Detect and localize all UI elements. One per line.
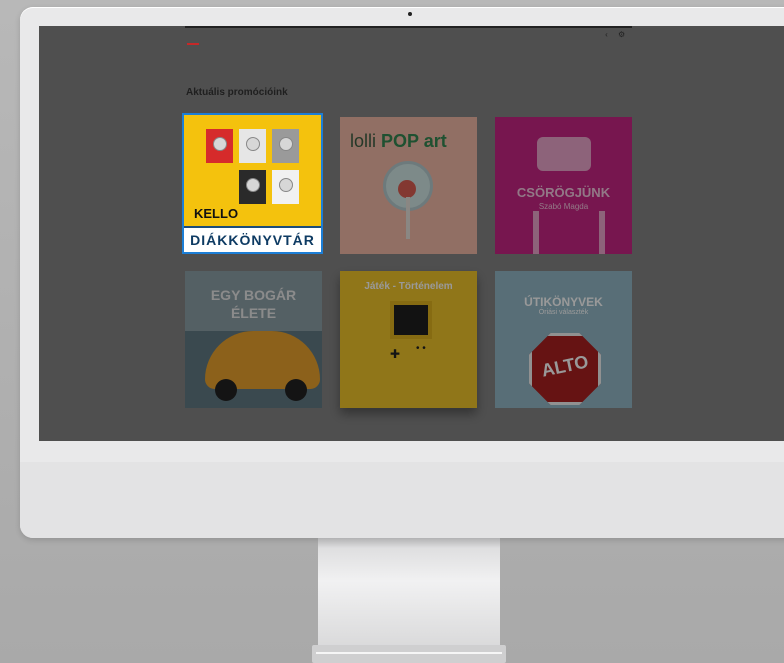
car-wheel <box>215 379 237 401</box>
tile-title: lolli POP art <box>350 131 447 152</box>
imac-foot <box>312 645 506 663</box>
book-cover <box>206 129 233 163</box>
book-cover <box>272 170 299 204</box>
buttons-icon: • • <box>416 343 426 354</box>
camera-icon <box>408 12 412 16</box>
tile-title-plain: lolli <box>350 131 377 151</box>
promo-tile-utikonyvek[interactable]: ÚTIKÖNYVEK Óriási választék ALTO <box>495 271 632 408</box>
imac-stand <box>318 538 500 646</box>
car-wheel <box>285 379 307 401</box>
tile-title: Játék - Történelem <box>364 281 453 292</box>
section-heading: Aktuális promócióink <box>186 87 288 98</box>
tile-label-strip: DIÁKKÖNYVTÁR <box>184 226 321 252</box>
dpad-icon: ✚ <box>390 347 401 361</box>
tile-title: ÚTIKÖNYVEK <box>524 295 603 309</box>
stool-image <box>533 211 605 254</box>
promo-tile-csorogjunk[interactable]: CSÖRÖGJÜNK Szabó Magda <box>495 117 632 254</box>
book-cover <box>272 129 299 163</box>
tile-title-bold: POP art <box>381 131 447 151</box>
promo-tile-lollipop-art[interactable]: lolli POP art <box>340 117 477 254</box>
stop-sign-image: ALTO <box>529 333 601 405</box>
tile-title: CSÖRÖGJÜNK <box>516 185 611 200</box>
gameboy-screen <box>390 301 432 339</box>
chevron-left-icon[interactable]: ‹ <box>603 31 610 39</box>
stand-shadow <box>318 538 500 548</box>
stop-sign-text: ALTO <box>539 351 591 381</box>
brand-logo: KELLO <box>194 206 239 221</box>
tile-title-line2: ÉLETE <box>230 305 277 321</box>
lollipop-stick <box>406 197 410 239</box>
tile-subtitle: Szabó Magda <box>538 202 589 211</box>
gear-icon[interactable]: ⚙ <box>618 31 625 39</box>
header-divider <box>185 26 632 28</box>
promo-tile-egy-bogar-elete[interactable]: EGY BOGÁR ÉLETE <box>185 271 322 408</box>
lollipop-center <box>398 180 416 198</box>
accent-mark <box>187 43 199 45</box>
tile-title: DIÁKKÖNYVTÁR <box>190 232 315 248</box>
foot-edge <box>316 652 502 654</box>
promo-tile-diakkonyvtar[interactable]: KELLO DIÁKKÖNYVTÁR <box>182 113 323 254</box>
header-icons: ‹ ⚙ <box>603 31 625 39</box>
book-cover <box>239 170 266 204</box>
tile-title-line1: EGY BOGÁR <box>210 287 297 303</box>
screen: ‹ ⚙ Aktuális promócióink KELLO DIÁKKÖNYV… <box>39 26 784 441</box>
telephone-image <box>537 137 591 171</box>
tile-subtitle: Óriási választék <box>538 309 589 316</box>
book-cover <box>239 129 266 163</box>
imac-chin <box>20 462 784 538</box>
promo-tile-jatek-tortenelem[interactable]: Játék - Történelem ✚ • • <box>340 271 477 408</box>
